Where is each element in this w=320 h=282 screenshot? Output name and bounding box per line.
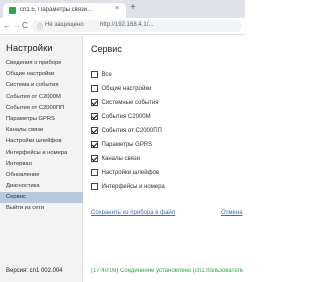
checkbox-label: Каналы связи — [101, 155, 140, 162]
address-bar[interactable]: ⓘ Не защищено http://192.168.4.1/... — [32, 20, 242, 32]
checkbox-label: Все — [101, 71, 112, 78]
checkbox-label: Системные события — [101, 99, 159, 106]
checkbox[interactable] — [91, 127, 98, 134]
service-panel: Сервис Все Общие настройки Системные соб… — [84, 36, 245, 282]
checkbox-row-c2000pp-events[interactable]: События от C2000ПП — [91, 126, 162, 135]
checkbox[interactable] — [91, 71, 98, 78]
checkbox-row-loops[interactable]: Настройки шлейфов — [91, 168, 159, 177]
new-tab-icon[interactable]: + — [130, 3, 136, 13]
sidebar-item-gprs[interactable]: Параметры GPRS — [0, 114, 83, 125]
site-info-icon[interactable]: ⓘ — [37, 22, 43, 31]
checkbox-row-channels[interactable]: Каналы связи — [91, 154, 140, 163]
checkbox-label: Настройки шлейфов — [101, 169, 160, 176]
checkbox[interactable] — [91, 155, 98, 162]
checkbox-row-all[interactable]: Все — [91, 70, 112, 79]
checkbox[interactable] — [91, 183, 98, 190]
sidebar-item-c2000m-events[interactable]: События от C2000M — [0, 92, 83, 103]
url-text[interactable]: http://192.168.4.1/... — [100, 22, 153, 28]
page-title: Сервис — [91, 44, 122, 54]
checkbox[interactable] — [91, 169, 98, 176]
checkbox[interactable] — [91, 99, 98, 106]
checkbox-label: Общие настройки — [101, 85, 152, 92]
checkbox-row-general-settings[interactable]: Общие настройки — [91, 84, 151, 93]
checkbox-row-interfaces[interactable]: Интерфейсы и номера — [91, 182, 165, 191]
close-tab-icon[interactable]: × — [115, 5, 119, 12]
sidebar-item-loops[interactable]: Настройки шлейфов — [0, 136, 83, 147]
checkbox[interactable] — [91, 113, 98, 120]
browser-tab[interactable]: cn1.5, Параметры связи... × — [3, 3, 126, 18]
security-label: Не защищено — [45, 22, 84, 28]
checkbox-label: События C2000M — [101, 113, 151, 120]
browser-titlebar: cn1.5, Параметры связи... × + — [0, 0, 245, 18]
checkbox-label: События от C2000ПП — [101, 127, 162, 134]
save-to-file-link[interactable]: Сохранить из прибора в файл — [91, 210, 175, 216]
browser-toolbar: ← → C ⓘ Не защищено http://192.168.4.1/.… — [0, 18, 245, 35]
checkbox-row-gprs[interactable]: Параметры GPRS — [91, 140, 152, 149]
cancel-link[interactable]: Отмена — [221, 210, 243, 216]
sidebar-item-c2000pp-events[interactable]: События от C2000ПП — [0, 103, 83, 114]
checkbox-label: Интерфейсы и номера — [101, 183, 165, 190]
back-arrow-icon[interactable]: ← — [3, 21, 11, 31]
sidebar-nav: Сведения о приборе Общие настройки Систе… — [0, 58, 83, 215]
connection-status: (17:40:08) Соединение установлено (сn1:п… — [91, 268, 243, 274]
checkbox[interactable] — [91, 85, 98, 92]
tab-title: cn1.5, Параметры связи... — [20, 7, 93, 13]
firmware-version: Версия: сn1 002.004 — [6, 268, 63, 274]
site-favicon-icon — [9, 7, 16, 14]
sidebar-item-logout[interactable]: Выйти из сети — [0, 203, 83, 214]
sidebar-item-interfaces[interactable]: Интерфейсы и номера — [0, 148, 83, 159]
settings-sidebar: Настройки Сведения о приборе Общие настр… — [0, 36, 83, 282]
sidebar-item-diagnostics[interactable]: Диагностика — [0, 181, 83, 192]
sidebar-item-device-info[interactable]: Сведения о приборе — [0, 58, 83, 69]
sidebar-item-service[interactable]: Сервис — [0, 192, 83, 204]
sidebar-item-general-settings[interactable]: Общие настройки — [0, 69, 83, 80]
forward-arrow-icon[interactable]: → — [13, 21, 21, 31]
sidebar-item-system-events[interactable]: Система и события — [0, 80, 83, 91]
sidebar-item-update[interactable]: Обновление — [0, 170, 83, 181]
checkbox[interactable] — [91, 141, 98, 148]
checkbox-row-c2000m-events[interactable]: События C2000M — [91, 112, 151, 121]
reload-icon[interactable]: C — [22, 21, 28, 31]
sidebar-title: Настройки — [6, 43, 53, 54]
sidebar-item-channels[interactable]: Каналы связи — [0, 125, 83, 136]
checkbox-label: Параметры GPRS — [101, 141, 153, 148]
sidebar-item-interval[interactable]: Интервал — [0, 159, 83, 170]
checkbox-row-system-events[interactable]: Системные события — [91, 98, 158, 107]
